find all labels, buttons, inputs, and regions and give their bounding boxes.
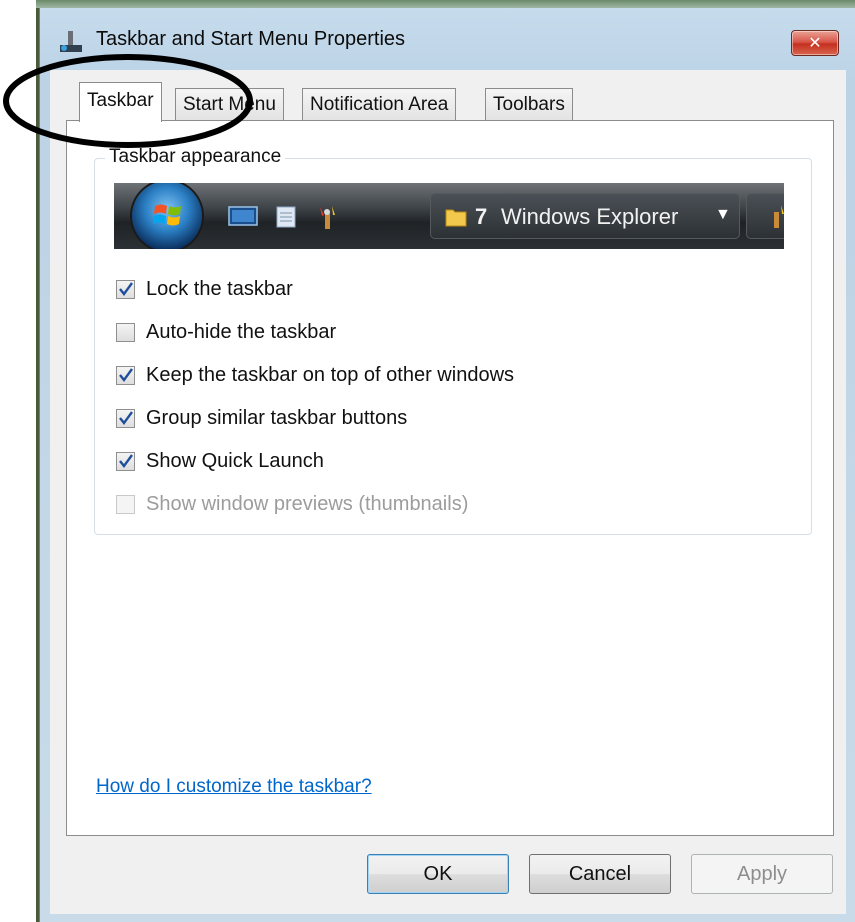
checkbox-label: Keep the taskbar on top of other windows — [146, 364, 515, 386]
checkbox-label: Auto-hide the taskbar — [146, 321, 337, 343]
checkmark-icon — [119, 411, 133, 425]
checkbox[interactable] — [116, 323, 135, 342]
customize-taskbar-help-link[interactable]: How do I customize the taskbar? — [96, 776, 372, 798]
checkmark-icon — [119, 282, 133, 296]
start-orb-icon — [132, 183, 202, 249]
paint-icon — [774, 205, 784, 228]
checkbox[interactable] — [116, 280, 135, 299]
annotation-ellipse — [3, 54, 253, 148]
checkbox — [116, 495, 135, 514]
windows-flag-icon — [153, 204, 181, 226]
apply-button[interactable]: Apply — [691, 854, 833, 894]
frame-top-edge — [36, 0, 855, 8]
notepad-icon — [276, 206, 296, 228]
folder-icon — [445, 209, 467, 227]
tab-label: Toolbars — [493, 94, 565, 115]
tab-toolbars[interactable]: Toolbars — [485, 88, 573, 120]
taskbar-button-paint — [746, 193, 784, 239]
close-button[interactable]: ✕ — [791, 30, 839, 56]
taskbar-button-label: Windows Explorer — [501, 204, 679, 229]
tab-label: Notification Area — [310, 94, 449, 115]
checkbox-label: Group similar taskbar buttons — [146, 407, 408, 429]
paint-icon — [320, 206, 335, 229]
checkbox-label: Show Quick Launch — [146, 450, 324, 472]
checkbox-label: Show window previews (thumbnails) — [146, 493, 469, 515]
cancel-button[interactable]: Cancel — [529, 854, 671, 894]
window-count: 7 — [475, 204, 488, 229]
checkbox[interactable] — [116, 452, 135, 471]
taskbar-preview: 7 Windows Explorer ▼ — [114, 183, 784, 249]
dropdown-arrow-icon: ▼ — [715, 206, 731, 223]
checkbox[interactable] — [116, 366, 135, 385]
checkmark-icon — [119, 454, 133, 468]
show-desktop-icon — [228, 206, 258, 226]
dialog-client-area: Taskbar Start Menu Notification Area Too… — [50, 70, 846, 914]
close-icon: ✕ — [808, 33, 822, 52]
checkmark-icon — [119, 368, 133, 382]
taskbar-tab-panel: Taskbar appearance 7 Windows Explorer ▼ … — [66, 120, 834, 836]
tab-notification-area[interactable]: Notification Area — [302, 88, 457, 120]
taskbar-button-windows-explorer: 7 Windows Explorer ▼ — [430, 193, 740, 239]
checkbox-label: Lock the taskbar — [146, 278, 293, 300]
checkbox[interactable] — [116, 409, 135, 428]
ok-button[interactable]: OK — [367, 854, 509, 894]
